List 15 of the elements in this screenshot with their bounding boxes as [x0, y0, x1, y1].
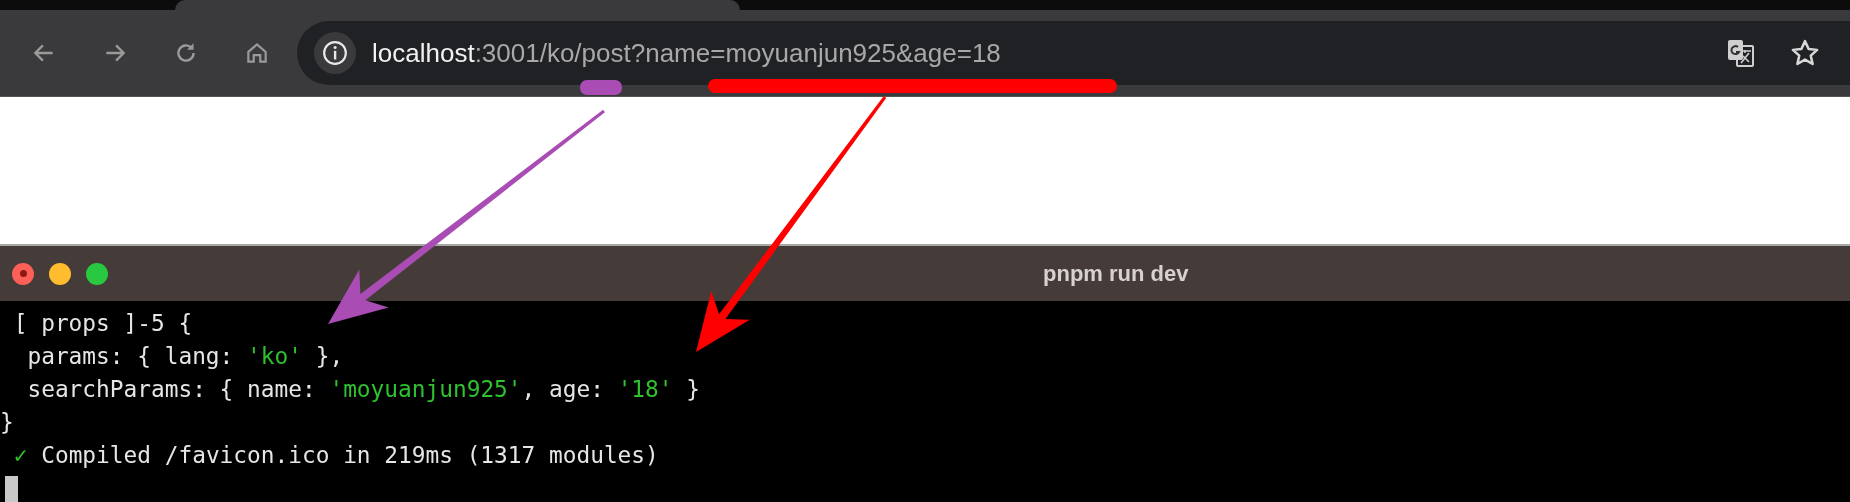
star-icon[interactable]	[1790, 38, 1820, 68]
terminal-line: searchParams: { name: 'moyuanjun925', age: '18' }	[26, 375, 700, 404]
translate-icon[interactable]	[1726, 38, 1756, 68]
minimize-button[interactable]	[49, 262, 71, 285]
terminal-line: }	[0, 408, 14, 437]
maximize-button[interactable]	[86, 262, 108, 285]
address-bar[interactable]: localhost:3001/ko/post?name=moyuanjun925&age=18	[297, 21, 1850, 85]
terminal-line: params: { lang: 'ko' },	[26, 342, 344, 371]
info-icon[interactable]	[314, 32, 356, 74]
home-icon[interactable]	[244, 40, 270, 66]
close-button[interactable]	[12, 262, 34, 285]
url-text: localhost:3001/ko/post?name=moyuanjun925&age=18	[372, 37, 1001, 69]
window-title: pnpm run dev	[1043, 260, 1189, 287]
terminal-line: [ props ]-5 {	[12, 309, 193, 338]
terminal-line: ✓ Compiled /favicon.ico in 219ms (1317 modules)	[12, 441, 659, 470]
